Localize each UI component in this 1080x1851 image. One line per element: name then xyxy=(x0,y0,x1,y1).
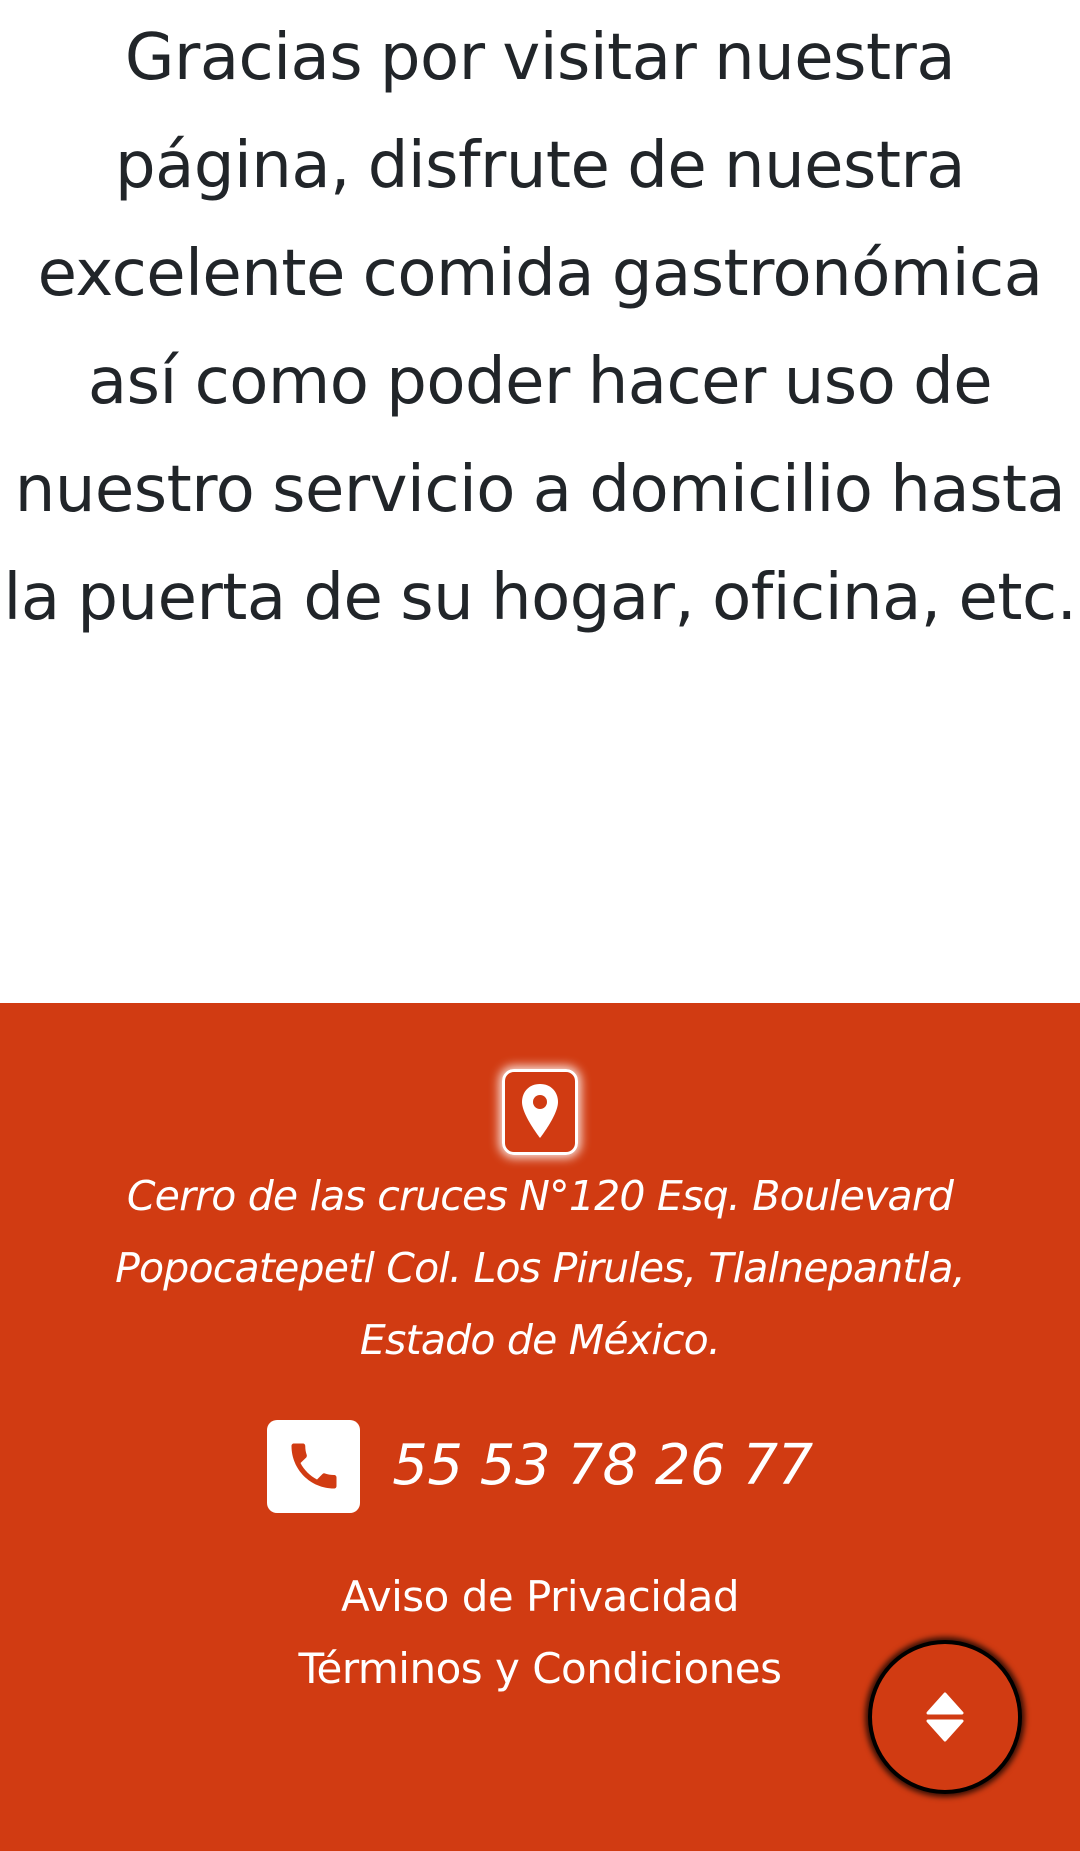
sort-arrows-icon xyxy=(926,1692,964,1742)
address-text: Cerro de las cruces N°120 Esq. Boulevard… xyxy=(115,1172,966,1364)
privacy-notice-link[interactable]: Aviso de Privacidad xyxy=(0,1561,1080,1633)
phone-number[interactable]: 55 53 78 26 77 xyxy=(392,1418,813,1514)
intro-section: Gracias por visitar nuestra página, disf… xyxy=(0,0,1080,1003)
phone-contact[interactable]: 55 53 78 26 77 xyxy=(0,1418,1080,1514)
phone-icon xyxy=(267,1419,361,1513)
scroll-toggle-button[interactable] xyxy=(868,1640,1022,1794)
intro-message: Gracias por visitar nuestra página, disf… xyxy=(3,21,1077,635)
map-pin-icon xyxy=(502,1069,578,1155)
